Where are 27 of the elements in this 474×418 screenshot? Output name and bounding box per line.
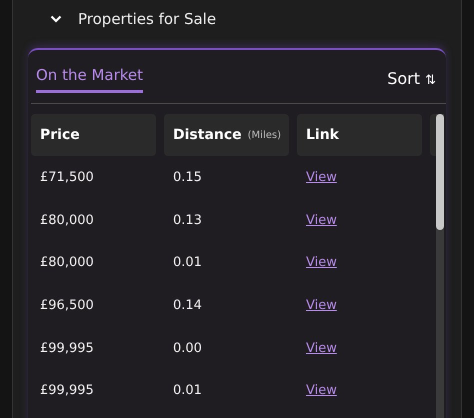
view-link[interactable]: View — [306, 383, 337, 398]
column-header[interactable]: Price — [31, 114, 156, 156]
sort-button[interactable]: Sort ⇅ — [387, 69, 446, 88]
table-cell-text: £99,995 — [39, 340, 95, 356]
scrollbar-thumb[interactable] — [436, 114, 444, 230]
column-header[interactable]: Distance (Miles) — [164, 114, 289, 156]
view-link[interactable]: View — [306, 255, 337, 270]
section-title: Properties for Sale — [78, 10, 216, 28]
table-cell-text: £80,000 — [39, 212, 95, 228]
view-link[interactable]: View — [306, 340, 337, 356]
table-cell-text: £80,000 — [39, 255, 95, 270]
table-cell-text: £71,500 — [39, 170, 95, 185]
chevron-down-icon[interactable] — [50, 15, 62, 23]
view-link[interactable]: View — [306, 170, 337, 185]
table-cell-text: 0.01 — [172, 255, 203, 270]
column-header[interactable]: Link — [297, 114, 422, 156]
view-link[interactable]: View — [306, 298, 337, 313]
scrollbar[interactable] — [436, 114, 444, 418]
table-cell-text: £99,995 — [39, 383, 95, 398]
table-cell-text: £96,500 — [39, 298, 95, 313]
view-link[interactable]: View — [306, 212, 337, 228]
table-cell-text: 0.01 — [172, 383, 203, 398]
table-cell-text: 0.14 — [172, 298, 203, 313]
table-cell-text: 0.13 — [172, 212, 203, 228]
tab[interactable]: On the Market — [36, 66, 144, 93]
table-cell-text: 0.00 — [172, 340, 203, 356]
table-cell-text: 0.15 — [172, 170, 203, 185]
